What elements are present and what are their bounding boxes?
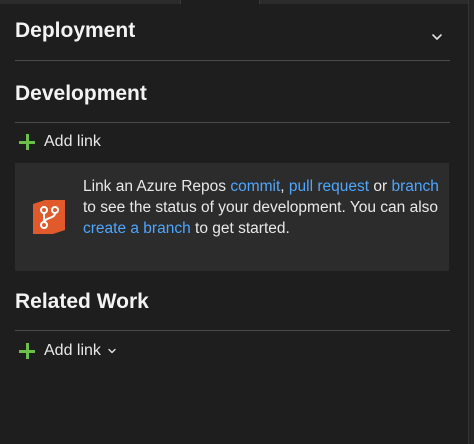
development-divider [15,122,450,123]
development-section: Development [15,82,450,106]
development-title: Development [15,82,147,105]
chevron-down-icon [108,348,116,354]
deployment-divider [15,60,450,61]
related-work-divider [15,330,450,331]
scrollbar-track[interactable] [468,0,474,444]
chevron-down-icon[interactable] [430,30,444,44]
commit-link[interactable]: commit [230,178,280,195]
info-text-part: , [280,178,289,195]
development-add-link-button[interactable]: Add link [18,133,101,151]
development-info-text: Link an Azure Repos commit, pull request… [83,176,443,239]
active-tab-edge [180,0,260,4]
plus-icon [18,342,36,360]
info-text-part: or [369,178,392,195]
top-tab-strip [0,0,474,4]
azure-repos-icon [33,200,65,234]
info-text-part: to see the status of your development. Y… [83,199,439,216]
branch-link[interactable]: branch [391,178,438,195]
plus-icon [18,133,36,151]
info-text-part: Link an Azure Repos [83,178,231,195]
related-work-title: Related Work [15,290,149,313]
add-link-label: Add link [44,133,101,150]
pull-request-link[interactable]: pull request [289,178,369,195]
deployment-title: Deployment [15,19,136,42]
add-link-label: Add link [44,342,101,359]
related-work-section: Related Work [15,290,450,314]
info-text-part: to get started. [190,220,290,237]
create-branch-link[interactable]: create a branch [83,220,191,237]
development-info-box: Link an Azure Repos commit, pull request… [15,163,449,271]
deployment-section: Deployment [15,19,450,43]
related-work-add-link-button[interactable]: Add link [18,342,117,360]
